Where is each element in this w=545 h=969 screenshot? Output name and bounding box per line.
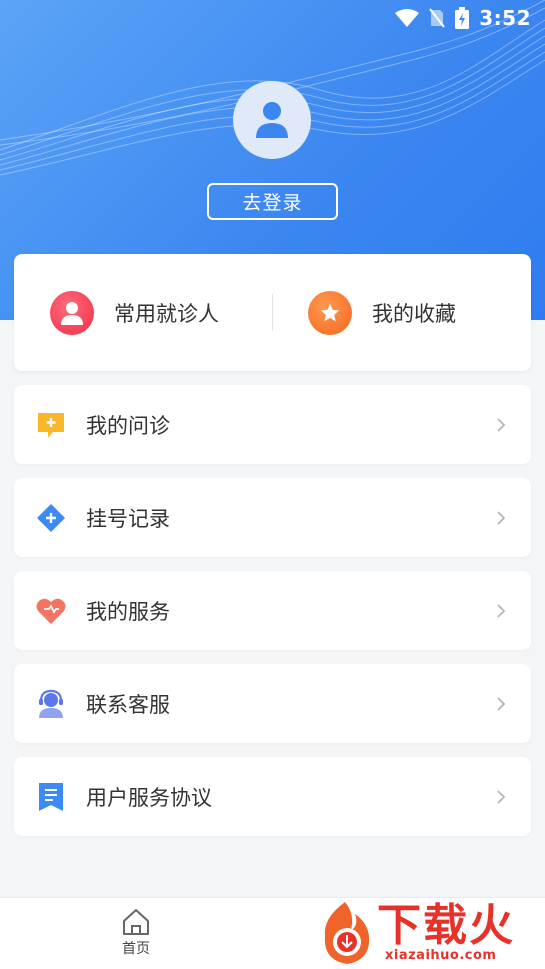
person-icon [50,290,94,335]
login-button[interactable]: 去登录 [207,183,338,220]
user-icon [256,102,288,138]
frequent-patients-label: 常用就诊人 [114,301,219,326]
favorites-label: 我的收藏 [372,301,456,326]
chevron-right-icon [497,696,506,711]
menu-item-label: 用户服务协议 [86,785,212,810]
avatar[interactable] [233,81,311,159]
quick-actions-card: 常用就诊人 我的收藏 [14,254,531,371]
tab-home[interactable]: 首页 [106,908,166,964]
watermark-logo: 下载火 xiazaihuo.com [315,898,539,968]
menu-item-registration-records[interactable]: 挂号记录 [14,478,531,557]
menu-item-label: 联系客服 [86,692,170,717]
chevron-right-icon [497,510,506,525]
status-time: 3:52 [479,6,531,30]
watermark-url: xiazaihuo.com [385,948,497,963]
consult-chat-icon [36,410,66,440]
flame-logo-icon [324,902,370,964]
document-icon [36,782,66,812]
menu-item-consultations[interactable]: 我的问诊 [14,385,531,464]
status-bar: 3:52 [0,0,545,36]
battery-charging-icon [455,7,470,29]
no-sim-icon [429,8,446,28]
menu-item-user-agreement[interactable]: 用户服务协议 [14,757,531,836]
menu-item-label: 挂号记录 [86,506,170,531]
chevron-right-icon [497,417,506,432]
frequent-patients-button[interactable]: 常用就诊人 [50,254,219,371]
heart-icon [36,596,66,626]
quick-divider [272,294,273,331]
favorites-button[interactable]: 我的收藏 [308,254,456,371]
home-icon [123,909,149,935]
chevron-right-icon [497,789,506,804]
wifi-icon [395,9,420,27]
customer-service-icon [36,689,66,719]
menu-item-label: 我的服务 [86,599,170,624]
menu-item-label: 我的问诊 [86,413,170,438]
register-diamond-icon [36,503,66,533]
watermark-text: 下载火 [377,900,515,951]
tab-home-label: 首页 [122,941,150,957]
menu-item-my-services[interactable]: 我的服务 [14,571,531,650]
chevron-right-icon [497,603,506,618]
star-icon [308,290,352,335]
menu-item-customer-service[interactable]: 联系客服 [14,664,531,743]
